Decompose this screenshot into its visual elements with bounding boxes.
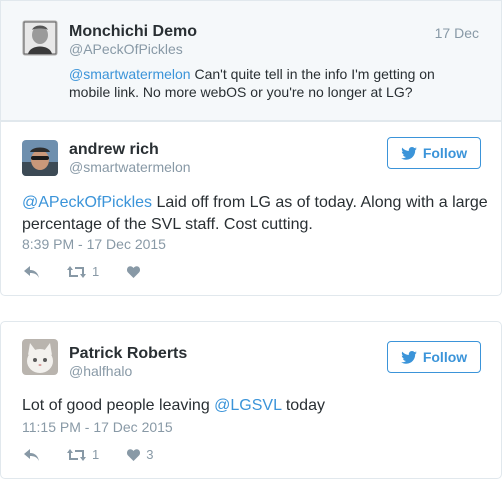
- retweet-icon: [67, 265, 86, 278]
- tweet-actions: 1 3: [24, 447, 181, 462]
- like-count: 3: [146, 447, 154, 462]
- retweet-count: 1: [92, 264, 100, 279]
- heart-icon: [127, 448, 141, 461]
- mention-link[interactable]: @smartwatermelon: [69, 66, 191, 82]
- follow-label: Follow: [422, 145, 468, 161]
- like-button[interactable]: 3: [127, 447, 153, 462]
- author-name[interactable]: Patrick Roberts: [69, 345, 187, 363]
- follow-label: Follow: [422, 349, 468, 365]
- tweet-card: andrew rich @smartwatermelon Follow @APe…: [0, 121, 502, 296]
- mention-link[interactable]: @LGSVL: [214, 397, 281, 414]
- tweet-text: @APeckOfPickles Laid off from LG as of t…: [22, 192, 492, 236]
- follow-button[interactable]: Follow: [387, 137, 481, 169]
- follow-button[interactable]: Follow: [387, 341, 481, 373]
- tweet-text-before: Lot of good people leaving: [22, 397, 215, 414]
- twitter-bird-icon: [401, 350, 417, 364]
- mention-link[interactable]: @APeckOfPickles: [22, 194, 152, 211]
- tweet-text-line1: Laid off from LG as of today. Along with…: [152, 194, 488, 211]
- tweet-text: @smartwatermelon Can't quite tell in the…: [69, 65, 489, 101]
- twitter-bird-icon: [401, 146, 417, 160]
- author-handle[interactable]: @smartwatermelon: [69, 159, 191, 175]
- heart-icon: [127, 265, 141, 278]
- tweet-text: Lot of good people leaving @LGSVL today: [22, 395, 492, 417]
- author-handle[interactable]: @APeckOfPickles: [69, 41, 183, 57]
- parent-tweet-card: Monchichi Demo @APeckOfPickles 17 Dec @s…: [0, 0, 502, 121]
- tweet-card: Patrick Roberts @halfhalo Follow Lot of …: [0, 321, 502, 479]
- like-button[interactable]: [127, 265, 146, 278]
- retweet-count: 1: [92, 447, 100, 462]
- retweet-icon: [67, 448, 86, 461]
- retweet-button[interactable]: 1: [67, 264, 99, 279]
- reply-button[interactable]: [24, 448, 39, 461]
- reply-icon: [24, 265, 39, 278]
- reply-button[interactable]: [24, 265, 39, 278]
- author-name[interactable]: andrew rich: [69, 141, 159, 159]
- tweet-text-line2: mobile link. No more webOS or you're no …: [69, 84, 413, 100]
- tweet-timestamp[interactable]: 11:15 PM - 17 Dec 2015: [22, 419, 173, 435]
- tweet-actions: 1: [24, 264, 174, 279]
- tweet-date[interactable]: 17 Dec: [435, 25, 479, 41]
- retweet-button[interactable]: 1: [67, 447, 99, 462]
- avatar[interactable]: [22, 20, 58, 56]
- tweet-text-line1: Can't quite tell in the info I'm getting…: [190, 66, 435, 82]
- avatar[interactable]: [22, 339, 58, 375]
- tweet-timestamp[interactable]: 8:39 PM - 17 Dec 2015: [22, 236, 166, 252]
- avatar[interactable]: [22, 140, 58, 176]
- author-handle[interactable]: @halfhalo: [69, 363, 132, 379]
- tweet-text-after: today: [281, 397, 325, 414]
- author-name[interactable]: Monchichi Demo: [69, 23, 197, 41]
- tweet-text-line2: percentage of the SVL staff. Cost cuttin…: [22, 216, 313, 233]
- reply-icon: [24, 448, 39, 461]
